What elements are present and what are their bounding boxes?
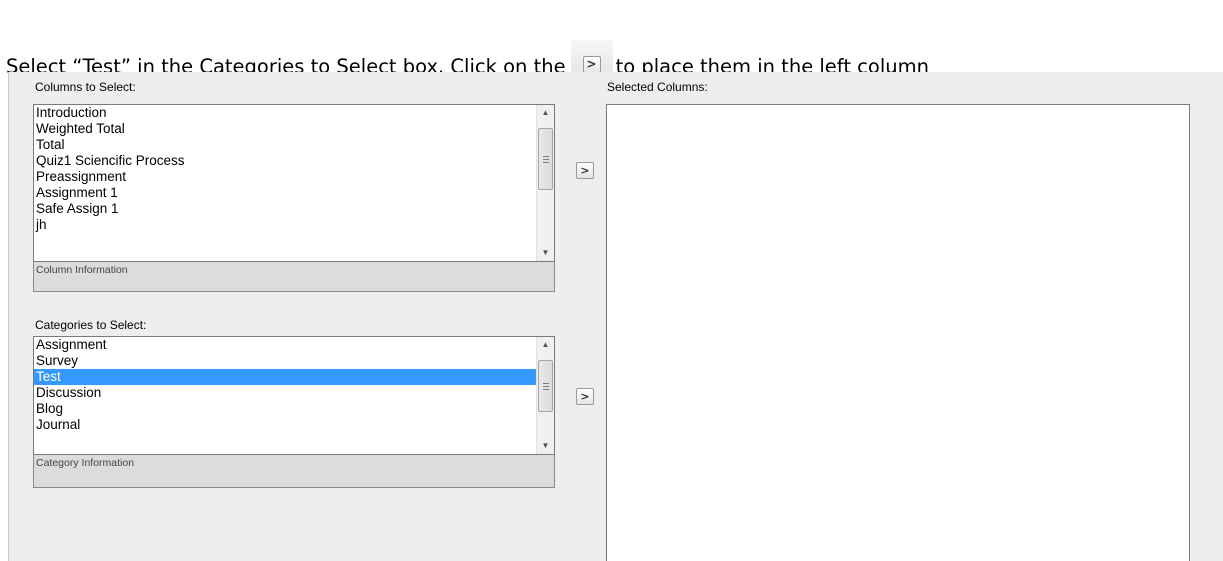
list-item[interactable]: Assignment: [34, 337, 536, 353]
column-information: Column Information: [33, 262, 555, 292]
list-item[interactable]: Weighted Total: [34, 121, 536, 137]
thumb-grip: [543, 159, 549, 160]
categories-list: Assignment Survey Test Discussion Blog Journa…: [34, 337, 536, 433]
columns-scrollbar[interactable]: ▲ ▼: [536, 105, 554, 261]
thumb-grip: [543, 156, 549, 157]
list-item[interactable]: Blog: [34, 401, 536, 417]
categories-listbox[interactable]: Assignment Survey Test Discussion Blog Journa…: [33, 336, 555, 455]
scroll-down-arrow-icon[interactable]: ▼: [537, 245, 554, 261]
thumb-grip: [543, 389, 549, 390]
list-item[interactable]: Journal: [34, 417, 536, 433]
list-item[interactable]: Total: [34, 137, 536, 153]
category-information: Category Information: [33, 455, 555, 488]
thumb-grip: [543, 162, 549, 163]
list-item[interactable]: Preassignment: [34, 169, 536, 185]
list-item[interactable]: Introduction: [34, 105, 536, 121]
list-item[interactable]: Safe Assign 1: [34, 201, 536, 217]
categories-to-select-label: Categories to Select:: [35, 318, 147, 332]
list-item[interactable]: Assignment 1: [34, 185, 536, 201]
scroll-up-arrow-icon[interactable]: ▲: [537, 105, 554, 121]
move-categories-button[interactable]: >: [576, 388, 594, 405]
list-item[interactable]: Quiz1 Sciencific Process: [34, 153, 536, 169]
scroll-down-arrow-icon[interactable]: ▼: [537, 438, 554, 454]
categories-scrollbar[interactable]: ▲ ▼: [536, 337, 554, 454]
columns-listbox[interactable]: Introduction Weighted Total Total Quiz1 Sci…: [33, 104, 555, 262]
selected-columns-label: Selected Columns:: [607, 80, 708, 94]
scroll-up-arrow-icon[interactable]: ▲: [537, 337, 554, 353]
selected-columns-listbox[interactable]: [606, 104, 1190, 561]
columns-list: Introduction Weighted Total Total Quiz1 Sci…: [34, 105, 536, 233]
move-columns-button[interactable]: >: [576, 162, 594, 179]
scroll-thumb[interactable]: [538, 128, 553, 190]
thumb-grip: [543, 383, 549, 384]
list-item[interactable]: Survey: [34, 353, 536, 369]
list-item[interactable]: Test: [34, 369, 536, 385]
columns-to-select-label: Columns to Select:: [35, 80, 136, 94]
scroll-thumb[interactable]: [538, 360, 553, 412]
thumb-grip: [543, 386, 549, 387]
list-item[interactable]: jh: [34, 217, 536, 233]
chevron-right-icon: >: [582, 56, 601, 73]
panel-left-border: [8, 72, 9, 561]
list-item[interactable]: Discussion: [34, 385, 536, 401]
